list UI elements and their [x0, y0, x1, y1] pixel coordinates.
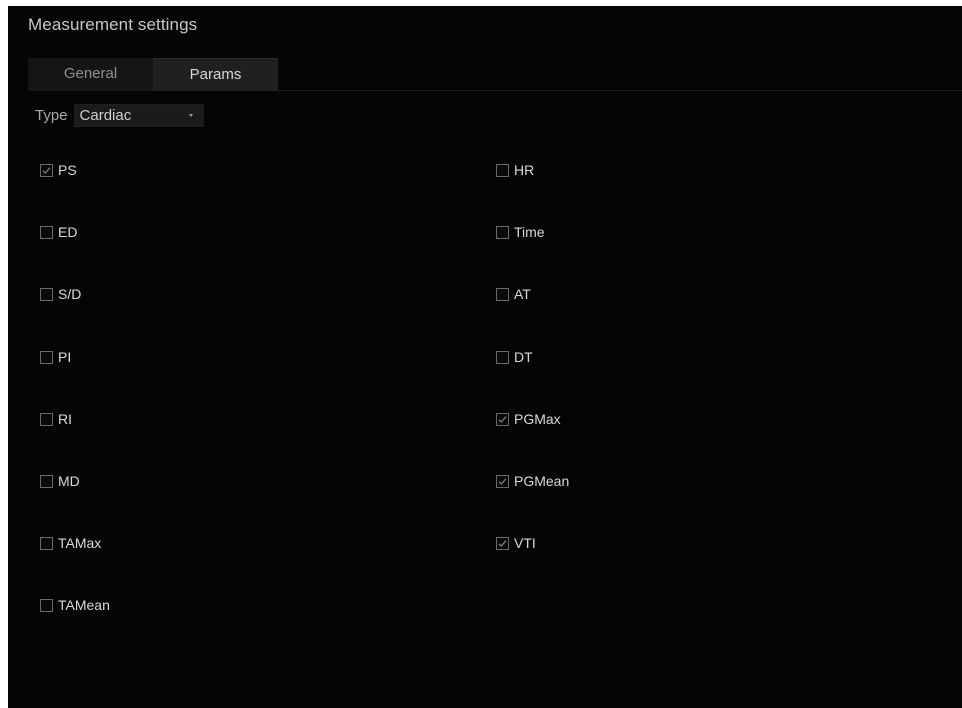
param-label: RI — [58, 411, 72, 427]
type-select[interactable]: Cardiac — [73, 103, 204, 127]
param-at[interactable]: AT — [496, 284, 531, 304]
param-label: PGMax — [514, 411, 561, 427]
param-md[interactable]: MD — [40, 471, 80, 491]
param-label: ED — [58, 224, 78, 240]
param-s-d[interactable]: S/D — [40, 284, 81, 304]
param-label: TAMax — [58, 535, 102, 551]
param-checkbox-ed[interactable] — [40, 225, 53, 239]
param-label: PS — [58, 162, 77, 178]
param-tamax[interactable]: TAMax — [40, 533, 101, 553]
param-time[interactable]: Time — [496, 222, 545, 242]
param-dt[interactable]: DT — [496, 347, 533, 367]
param-checkbox-pgmax[interactable] — [496, 412, 509, 426]
check-icon — [498, 477, 507, 485]
param-label: Time — [514, 224, 545, 240]
param-ri[interactable]: RI — [40, 409, 72, 429]
param-checkbox-time[interactable] — [496, 225, 509, 239]
param-pi[interactable]: PI — [40, 347, 71, 367]
type-select-value: Cardiac — [79, 106, 132, 124]
param-tamean[interactable]: TAMean — [40, 595, 110, 615]
param-checkbox-pgmean[interactable] — [496, 474, 509, 488]
check-icon — [498, 415, 507, 423]
param-label: DT — [514, 349, 533, 365]
param-checkbox-vti[interactable] — [496, 536, 509, 550]
tab-general[interactable]: General — [28, 58, 153, 91]
param-label: TAMean — [58, 597, 110, 613]
check-icon — [498, 539, 507, 547]
param-checkbox-ri[interactable] — [40, 412, 53, 426]
check-icon — [42, 166, 51, 174]
param-pgmean[interactable]: PGMean — [496, 471, 569, 491]
param-checkbox-pi[interactable] — [40, 350, 53, 364]
param-checkbox-tamean[interactable] — [40, 598, 53, 612]
param-label: MD — [58, 473, 80, 489]
param-checkbox-dt[interactable] — [496, 350, 509, 364]
param-label: HR — [514, 162, 535, 178]
param-hr[interactable]: HR — [496, 160, 534, 180]
param-label: VTI — [514, 535, 536, 551]
param-checkbox-at[interactable] — [496, 287, 509, 301]
measurement-settings-window: Measurement settings General Params Type… — [8, 6, 962, 708]
chevron-down-icon — [188, 113, 193, 117]
param-label: PI — [58, 349, 72, 365]
window-title: Measurement settings — [28, 15, 198, 34]
param-checkbox-hr[interactable] — [496, 163, 509, 177]
param-label: S/D — [58, 286, 82, 302]
param-ps[interactable]: PS — [40, 160, 77, 180]
param-vti[interactable]: VTI — [496, 533, 536, 553]
param-checkbox-ps[interactable] — [40, 163, 53, 177]
tab-params[interactable]: Params — [153, 58, 278, 91]
tab-divider — [276, 90, 962, 91]
param-checkbox-md[interactable] — [40, 474, 53, 488]
param-checkbox-s-d[interactable] — [40, 287, 53, 301]
type-row: Type Cardiac — [35, 103, 204, 127]
param-ed[interactable]: ED — [40, 222, 77, 242]
param-label: AT — [514, 286, 531, 302]
param-checkbox-tamax[interactable] — [40, 536, 53, 550]
param-pgmax[interactable]: PGMax — [496, 409, 561, 429]
type-label: Type — [35, 106, 68, 124]
tab-bar: General Params — [28, 58, 278, 91]
param-label: PGMean — [514, 473, 570, 489]
